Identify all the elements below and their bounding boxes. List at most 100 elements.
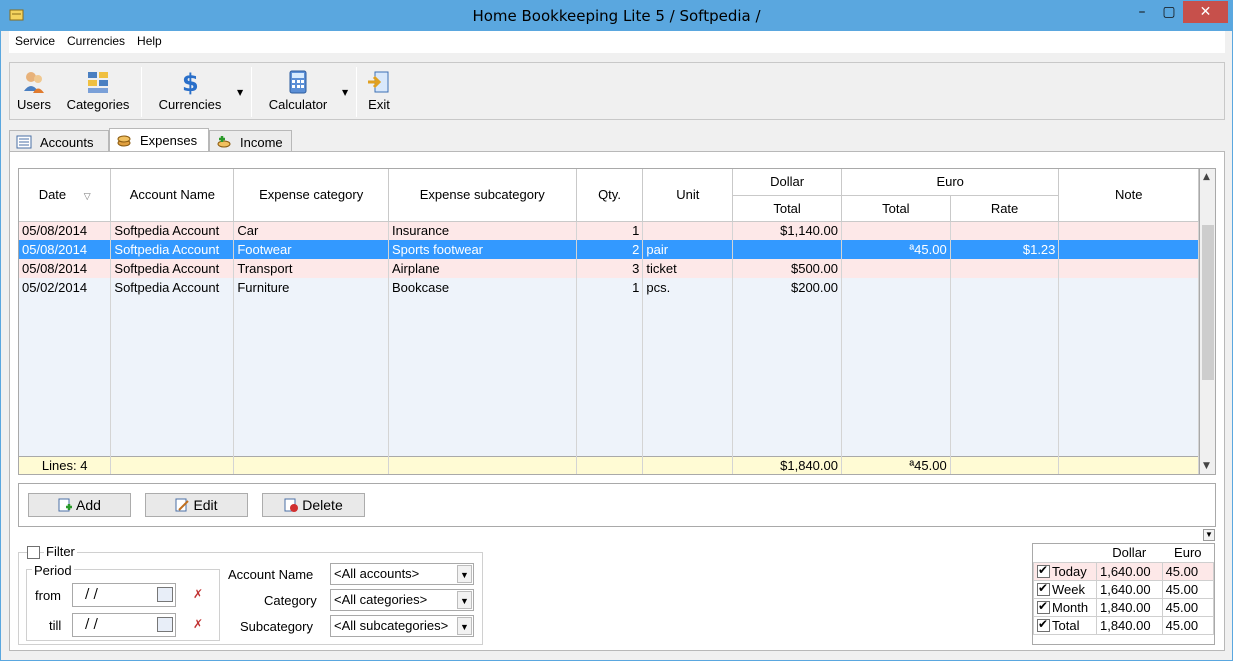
table-row[interactable]: 05/08/2014 Softpedia Account Car Insurance 1… [19,221,1199,240]
delete-label: Delete [302,497,343,513]
cell-account: Softpedia Account [110,259,235,278]
tab-accounts[interactable]: Accounts [9,130,109,152]
minimize-button[interactable]: – [1129,1,1155,23]
table-row[interactable]: 05/02/2014 Softpedia Account Furniture Book… [19,278,1199,297]
currencies-button[interactable]: $ Currencies [154,69,226,112]
col-dollar-total[interactable]: Total [732,195,842,222]
table-scrollbar[interactable]: ▲ ▼ [1200,168,1216,475]
today-checkbox[interactable] [1037,563,1050,578]
col-account[interactable]: Account Name [110,169,235,222]
calendar-icon[interactable] [157,617,173,632]
from-date-input[interactable]: / / [72,583,176,607]
delete-icon [284,498,299,512]
close-button[interactable]: ✕ [1183,1,1228,23]
cell-unit [642,221,734,240]
menu-help[interactable]: Help [131,31,168,48]
month-checkbox[interactable] [1037,599,1050,614]
filter-checkbox[interactable] [27,546,40,559]
summary-euro: 45.00 [1161,579,1215,599]
chevron-down-icon[interactable]: ▼ [457,591,472,609]
cell-date: 05/08/2014 [19,221,112,240]
scroll-down-icon[interactable]: ▼ [1203,461,1210,471]
maximize-button[interactable]: ▢ [1156,1,1182,23]
menu-service[interactable]: Service [9,31,61,48]
scrollbar-thumb[interactable] [1202,225,1214,380]
summary-dollar: 1,640.00 [1095,579,1163,599]
categories-button[interactable]: Categories [62,69,134,112]
col-category[interactable]: Expense category [233,169,389,222]
cell-qty: 2 [576,240,644,259]
week-checkbox[interactable] [1037,581,1050,596]
cell-qty: 1 [576,221,644,240]
list-icon [16,135,32,149]
cell-dollar-total: $200.00 [732,278,842,297]
summary-label: Total [1052,617,1080,633]
chevron-down-icon[interactable]: ▼ [457,617,472,635]
footer-dollar-total: $1,840.00 [732,455,842,474]
chevron-down-icon[interactable]: ▼ [457,565,472,583]
add-button[interactable]: Add [28,493,131,517]
menu-currencies[interactable]: Currencies [61,31,131,48]
calculator-button[interactable]: Calculator [262,69,334,112]
tab-expenses-label: Expenses [140,133,198,148]
summary-col-euro: Euro [1174,545,1202,561]
cell-account: Softpedia Account [110,221,235,240]
col-subcategory[interactable]: Expense subcategory [388,169,577,222]
tab-income[interactable]: Income [209,130,292,152]
account-filter-value: <All accounts> [334,566,420,581]
summary-col-dollar: Dollar [1112,545,1147,561]
edit-label: Edit [193,497,218,513]
cell-subcategory: Sports footwear [388,240,577,259]
sort-icon: ▽ [83,191,91,202]
summary-label: Week [1052,581,1085,597]
delete-button[interactable]: Delete [262,493,365,517]
col-euro-total[interactable]: Total [841,195,951,222]
calendar-icon[interactable] [157,587,173,602]
category-filter-select[interactable]: <All categories> ▼ [330,589,474,611]
cell-note [1058,240,1199,259]
table-row[interactable]: 05/08/2014 Softpedia Account Transport Airp… [19,259,1199,278]
col-note[interactable]: Note [1058,169,1199,222]
calculator-dropdown-icon[interactable]: ▼ [342,88,348,97]
exit-label: Exit [368,97,390,112]
summary-euro: 45.00 [1161,597,1215,617]
cell-category: Transport [233,259,389,278]
cell-note [1058,278,1199,297]
till-date-input[interactable]: / / [72,613,176,637]
scroll-up-icon[interactable]: ▲ [1203,172,1210,182]
edit-button[interactable]: Edit [145,493,248,517]
add-label: Add [76,497,101,513]
cell-unit: pair [642,240,734,259]
col-date[interactable]: Date ▽ [19,169,112,222]
table-row-selected[interactable]: 05/08/2014 Softpedia Account Footwear Sport… [19,240,1199,259]
col-euro-rate[interactable]: Rate [950,195,1060,222]
till-date-value: / / [85,617,98,632]
cell-euro-total: ª45.00 [841,240,951,259]
account-filter-label: Account Name [228,567,314,582]
subcategory-filter-value: <All subcategories> [334,618,449,633]
summary-dollar: 1,640.00 [1095,561,1163,581]
calculator-icon [289,70,307,94]
subcategory-filter-select[interactable]: <All subcategories> ▼ [330,615,474,637]
col-qty[interactable]: Qty. [576,169,644,222]
clear-date-icon[interactable]: ✗ [193,617,203,631]
currencies-label: Currencies [158,97,222,112]
cell-date: 05/08/2014 [19,259,112,278]
summary-dropdown-icon[interactable]: ▼ [1203,529,1215,541]
cell-note [1058,221,1199,240]
total-checkbox[interactable] [1037,617,1050,632]
cell-unit: pcs. [642,278,734,297]
summary-dollar: 1,840.00 [1095,597,1163,617]
currencies-dropdown-icon[interactable]: ▼ [237,88,243,97]
clear-date-icon[interactable]: ✗ [193,587,203,601]
users-button[interactable]: Users [14,69,54,112]
tab-expenses[interactable]: Expenses [109,128,209,153]
cell-date: 05/02/2014 [19,278,112,297]
col-unit[interactable]: Unit [642,169,734,222]
account-filter-select[interactable]: <All accounts> ▼ [330,563,474,585]
category-filter-label: Category [264,593,317,608]
summary-euro: 45.00 [1161,615,1215,635]
tab-income-label: Income [240,135,283,150]
exit-button[interactable]: Exit [364,69,394,112]
cell-note [1058,259,1199,278]
